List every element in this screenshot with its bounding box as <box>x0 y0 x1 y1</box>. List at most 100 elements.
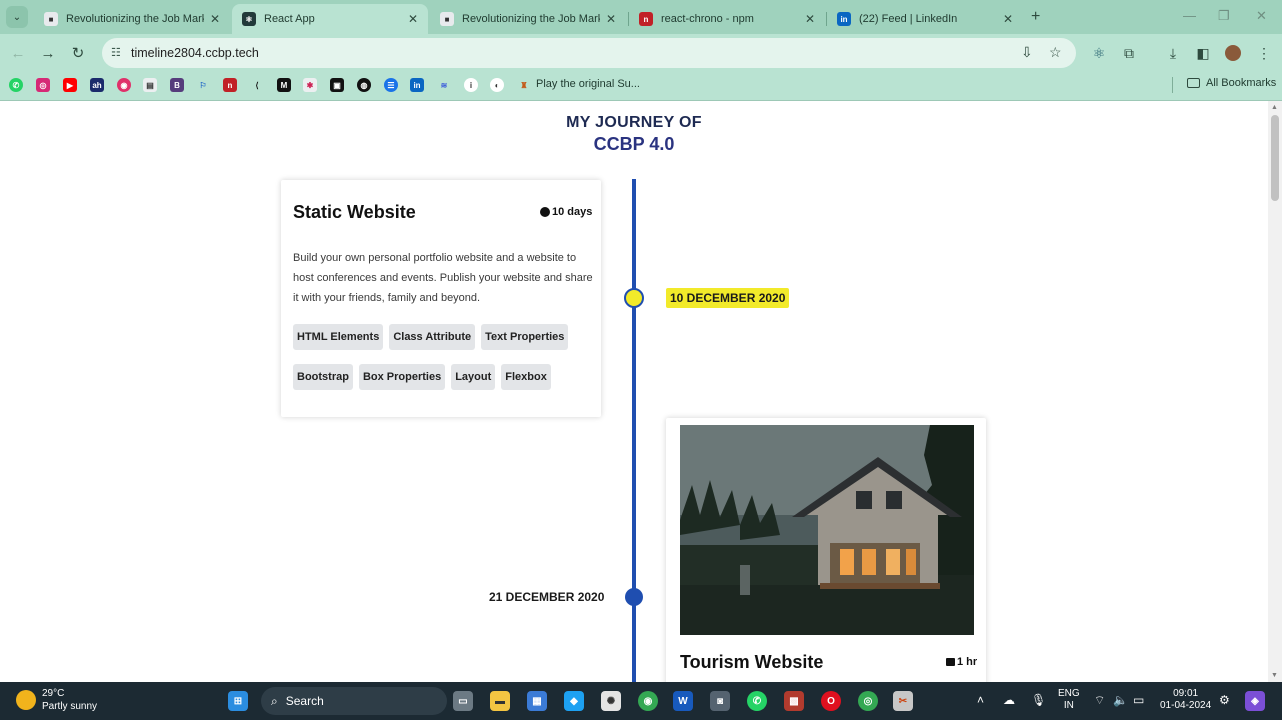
weather-widget[interactable]: 29°C Partly sunny <box>16 687 97 713</box>
bookmark-star-icon[interactable]: ☆ <box>1049 44 1062 61</box>
snipping-tool-icon[interactable]: ✂ <box>893 691 913 711</box>
side-panel-icon[interactable]: ◧ <box>1194 44 1212 62</box>
reload-icon[interactable]: ↻ <box>67 42 89 64</box>
github-icon[interactable]: ◐ <box>490 78 504 92</box>
bookmark-grey-icon[interactable]: ▤ <box>143 78 157 92</box>
close-icon[interactable]: ✕ <box>408 12 418 26</box>
tag-list: HTML Elements Class Attribute Text Prope… <box>293 324 593 390</box>
copilot-icon[interactable]: ◈ <box>1245 691 1265 711</box>
back-icon[interactable]: ← <box>7 42 29 64</box>
close-icon[interactable]: ✕ <box>805 12 815 26</box>
close-window-icon[interactable]: ✕ <box>1256 8 1267 24</box>
bookmark-ah-icon[interactable]: ah <box>90 78 104 92</box>
opera-icon[interactable]: O <box>821 691 841 711</box>
close-icon[interactable]: ✕ <box>210 12 220 26</box>
chrome-taskbar-icon[interactable]: ◎ <box>858 691 878 711</box>
close-icon[interactable]: ✕ <box>1003 12 1013 26</box>
task-view-icon[interactable]: ▭ <box>453 691 473 711</box>
all-bookmarks-button[interactable]: All Bookmarks <box>1187 77 1276 89</box>
app-red-icon[interactable]: ▩ <box>784 691 804 711</box>
notifications-icon[interactable]: ⚙ <box>1219 693 1230 707</box>
word-icon[interactable]: W <box>673 691 693 711</box>
whatsapp-taskbar-icon[interactable]: ✆ <box>747 691 767 711</box>
extensions-icon[interactable]: ⧉ <box>1120 44 1138 62</box>
tab-react-app[interactable]: ⚛ React App ✕ <box>232 4 428 34</box>
tab-title: Revolutionizing the Job Market <box>66 13 204 25</box>
whatsapp-icon[interactable]: ✆ <box>9 78 23 92</box>
bookmark-dark-icon[interactable]: ▣ <box>330 78 344 92</box>
card-duration: 1 hr <box>946 656 977 668</box>
timeline-card-static-website: Static Website 10 days Build your own pe… <box>281 180 601 417</box>
scrollbar-thumb[interactable] <box>1271 115 1279 201</box>
site-info-icon[interactable]: ☷ <box>111 46 125 60</box>
heading-line-2: CCBP 4.0 <box>593 134 675 154</box>
instagram-icon[interactable]: ◎ <box>36 78 50 92</box>
tab-linkedin[interactable]: in (22) Feed | LinkedIn ✕ <box>827 4 1023 34</box>
medium-icon[interactable]: M <box>277 78 291 92</box>
store-icon[interactable]: ▦ <box>527 691 547 711</box>
search-icon: ⌕ <box>271 693 278 708</box>
downloads-icon[interactable]: ⤓ <box>1164 44 1182 62</box>
npm-bookmark-icon[interactable]: n <box>223 78 237 92</box>
flag-icon[interactable]: ⚐ <box>196 78 210 92</box>
duration-label: 10 days <box>552 206 593 218</box>
bookmark-figures-icon[interactable]: ✱ <box>303 78 317 92</box>
chrome-icon[interactable]: ◉ <box>638 691 658 711</box>
url-text[interactable]: timeline2804.ccbp.tech <box>131 46 259 60</box>
youtube-icon[interactable]: ▶ <box>63 78 77 92</box>
react-favicon-icon: ⚛ <box>242 12 256 26</box>
duration-label: 1 hr <box>957 656 978 668</box>
info-icon[interactable]: i <box>464 78 478 92</box>
battery-icon[interactable]: ▭ <box>1133 693 1144 707</box>
camera-icon[interactable]: ◙ <box>710 691 730 711</box>
timeline-card-tourism-website: Tourism Website 1 hr <box>666 418 986 682</box>
minimize-icon[interactable]: — <box>1183 8 1196 23</box>
wave-icon[interactable]: ≋ <box>437 78 451 92</box>
volume-icon[interactable]: 🔈 <box>1113 693 1128 707</box>
scroll-up-icon[interactable]: ▲ <box>1271 104 1278 111</box>
arrow-bookmark-icon[interactable]: ⟨ <box>250 78 264 92</box>
tab-react-chrono-npm[interactable]: n react-chrono - npm ✕ <box>629 4 825 34</box>
game-bookmark-icon[interactable]: ♜ <box>517 78 531 92</box>
timeline-node-active[interactable] <box>624 288 644 308</box>
tab-job-market-1[interactable]: ■ Revolutionizing the Job Market ✕ <box>34 4 230 34</box>
clock[interactable]: 09:01 01-04-2024 <box>1160 688 1211 712</box>
bookmark-play-original[interactable]: Play the original Su... <box>536 78 640 90</box>
vertical-scrollbar[interactable]: ▲ ▼ <box>1268 101 1282 682</box>
weather-condition: Partly sunny <box>42 701 98 712</box>
close-icon[interactable]: ✕ <box>606 12 616 26</box>
house-photo <box>680 425 974 635</box>
bookmark-pink-icon[interactable]: ◉ <box>117 78 131 92</box>
scroll-down-icon[interactable]: ▼ <box>1271 672 1278 679</box>
new-tab-button[interactable]: + <box>1031 8 1040 26</box>
wifi-icon[interactable]: ⌔ <box>1094 693 1105 708</box>
app-grey-icon[interactable]: ✺ <box>601 691 621 711</box>
linkedin-bookmark-icon[interactable]: in <box>410 78 424 92</box>
microphone-icon[interactable]: 🎙 <box>1031 693 1046 707</box>
onedrive-icon[interactable]: ☁ <box>1003 693 1015 707</box>
file-explorer-icon[interactable]: ▬ <box>490 691 510 711</box>
forward-icon[interactable]: → <box>37 42 59 64</box>
bookmark-blue-circle-icon[interactable]: ☰ <box>384 78 398 92</box>
tray-chevron-icon[interactable]: ˄ <box>977 693 984 707</box>
tab-job-market-2[interactable]: ■ Revolutionizing the Job Market ✕ <box>430 4 626 34</box>
globe-icon[interactable]: ◍ <box>357 78 371 92</box>
app-blue-icon[interactable]: ◆ <box>564 691 584 711</box>
bootstrap-icon[interactable]: B <box>170 78 184 92</box>
partly-sunny-icon <box>16 690 36 710</box>
npm-favicon-icon: n <box>639 12 653 26</box>
tag: Bootstrap <box>293 364 353 390</box>
linkedin-favicon-icon: in <box>837 12 851 26</box>
timeline-node[interactable] <box>625 588 643 606</box>
tab-search-icon[interactable]: ⌄ <box>6 6 28 28</box>
language-indicator[interactable]: ENG IN <box>1058 688 1080 712</box>
react-devtools-icon[interactable]: ⚛ <box>1090 44 1108 62</box>
date: 01-04-2024 <box>1160 700 1212 711</box>
profile-avatar[interactable] <box>1224 44 1242 62</box>
menu-kebab-icon[interactable]: ⋮ <box>1255 44 1273 62</box>
restore-icon[interactable]: ❐ <box>1218 8 1230 24</box>
taskbar-search[interactable]: ⌕ Search <box>261 687 447 715</box>
install-app-icon[interactable]: ⇩ <box>1021 44 1033 61</box>
start-icon[interactable]: ⊞ <box>228 691 248 711</box>
address-bar[interactable]: ☷ timeline2804.ccbp.tech ⇩ ☆ <box>102 38 1076 68</box>
